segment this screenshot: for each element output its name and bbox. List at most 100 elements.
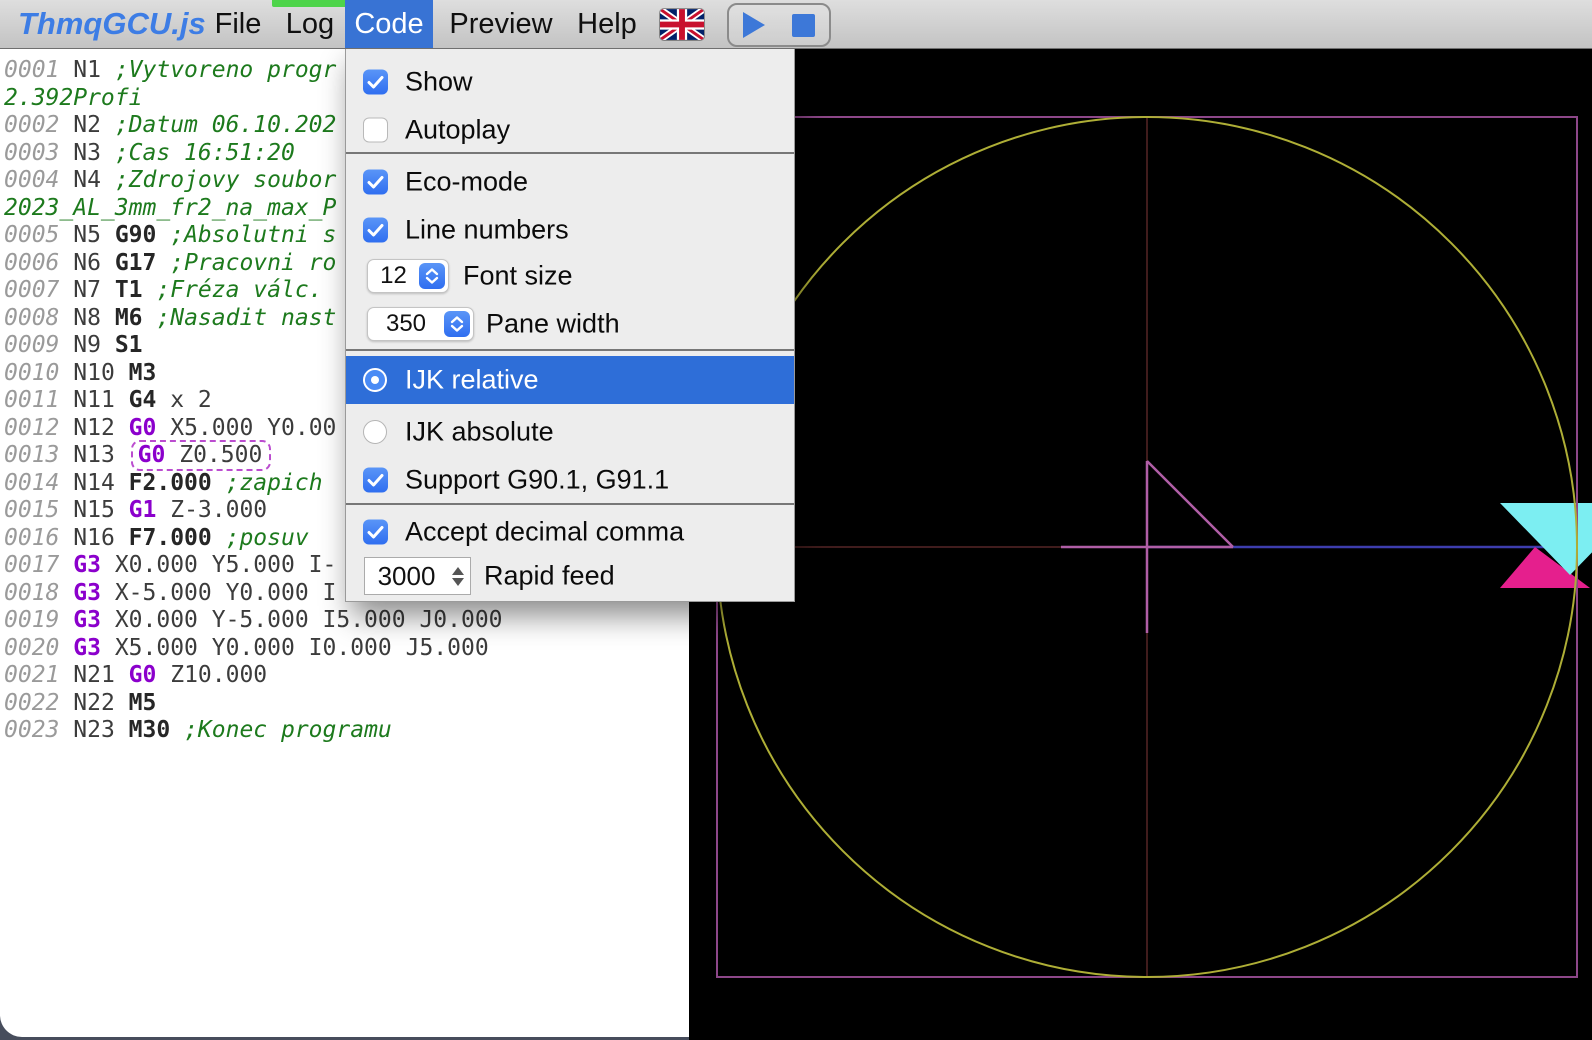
rapid-feed-input[interactable]: 3000 [364,557,471,595]
menu-preview[interactable]: Preview [446,0,556,48]
menu-code[interactable]: Code [345,0,433,48]
pane-width-value: 350 [368,310,444,338]
menu-item-line-numbers[interactable]: Line numbers [346,208,794,252]
radio-selected-icon [363,368,387,392]
gcode-token: x 2 [170,387,212,413]
gcode-token: S1 [115,332,143,358]
menubar: ThmqGCU.js File Log Code Preview Help [0,0,1592,49]
gcode-token: N9 [73,332,101,358]
gcode-token: N8 [73,305,101,331]
menu-item-ijk-relative[interactable]: IJK relative [346,356,794,404]
menu-item-label: IJK absolute [405,417,554,448]
menu-item-accept-comma[interactable]: Accept decimal comma [346,510,794,554]
gcode-token: G4 [129,387,157,413]
stepper-icon [419,263,445,289]
menu-item-autoplay[interactable]: Autoplay [346,108,794,152]
gcode-token: N21 [73,662,115,688]
gcode-token: 0012 [4,415,59,441]
gcode-token: ;Vytvoreno progr [115,57,337,83]
number-stepper-icon [448,561,468,591]
menu-log[interactable]: Log [278,0,342,48]
gcode-token: X5.000 Y0.000 I0.000 J5.000 [115,635,489,661]
gcode-token: G3 [73,580,101,606]
gcode-token: F7.000 [129,525,212,551]
gcode-token: Z-3.000 [170,497,267,523]
gcode-token: 0005 [4,222,59,248]
uk-flag-icon[interactable] [660,9,704,40]
gcode-token: N2 [73,112,101,138]
radio-unselected-icon [363,420,387,444]
menu-item-label: Support G90.1, G91.1 [405,465,669,496]
gcode-token: ;Cas 16:51:20 [115,140,295,166]
gcode-token: 2023_AL_3mm_fr2_na_max_P [4,195,336,221]
gcode-token: G0 [138,442,166,468]
gcode-token: N14 [73,470,115,496]
gcode-token: 0019 [4,607,59,633]
gcode-token: T1 [115,277,143,303]
gcode-token: N6 [73,250,101,276]
gcode-token: 0014 [4,470,59,496]
gcode-token: N12 [73,415,115,441]
gcode-token: N13 [73,442,115,468]
gcode-token: 0001 [4,57,59,83]
gcode-token: N10 [73,360,115,386]
stop-button[interactable] [792,14,815,37]
menu-item-label: Show [405,67,473,98]
gcode-token: M3 [129,360,157,386]
gcode-token: Z0.500 [179,442,262,468]
gcode-token: 0008 [4,305,59,331]
play-button[interactable] [743,12,765,38]
gcode-token: ;Konec programu [184,717,392,743]
gcode-token: ;Fréza válc. [156,277,322,303]
gcode-token: 0022 [4,690,59,716]
gcode-token: 0011 [4,387,59,413]
menu-item-eco-mode[interactable]: Eco-mode [346,160,794,204]
gcode-token: F2.000 [129,470,212,496]
gcode-token: Z10.000 [170,662,267,688]
gcode-token: 0023 [4,717,59,743]
gcode-row[interactable]: 0020 G3 X5.000 Y0.000 I0.000 J5.000 [4,635,503,663]
menu-file[interactable]: File [205,0,271,48]
gcode-token: M30 [129,717,171,743]
pane-width-select[interactable]: 350 [367,307,474,341]
gcode-token: 0016 [4,525,59,551]
gcode-token: G0 [129,662,157,688]
checkbox-checked-icon [363,520,388,545]
gcode-token: N15 [73,497,115,523]
gcode-token: N7 [73,277,101,303]
gcode-row[interactable]: 0022 N22 M5 [4,690,503,718]
gcode-token: N22 [73,690,115,716]
gcode-token: 0010 [4,360,59,386]
gcode-row[interactable]: 0021 N21 G0 Z10.000 [4,662,503,690]
menu-item-label: Pane width [486,309,620,340]
app-title: ThmqGCU.js [18,0,206,48]
checkbox-checked-icon [363,70,388,95]
gcode-token: X0.000 Y5.000 I- [115,552,337,578]
rapid-feed-value: 3000 [365,561,448,592]
gcode-token: N5 [73,222,101,248]
gcode-token: 0021 [4,662,59,688]
toolpath-svg [689,48,1592,1040]
gcode-token: N3 [73,140,101,166]
gcode-row[interactable]: 0019 G3 X0.000 Y-5.000 I5.000 J0.000 [4,607,503,635]
menu-item-label: Line numbers [405,215,569,246]
gcode-token: G3 [73,552,101,578]
code-menu: Show Autoplay Eco-mode Line numbers 12 F… [345,48,795,602]
gcode-token: ;Zdrojovy soubor [115,167,337,193]
menu-item-support-g901[interactable]: Support G90.1, G91.1 [346,458,794,502]
font-size-select[interactable]: 12 [367,259,449,293]
gcode-token: ;zapich [226,470,323,496]
gcode-token: N23 [73,717,115,743]
gcode-row[interactable]: 0023 N23 M30 ;Konec programu [4,717,503,745]
toolpath-canvas[interactable] [689,48,1592,1040]
checkbox-checked-icon [363,170,388,195]
menu-item-ijk-absolute[interactable]: IJK absolute [346,410,794,454]
gcode-token: N1 [73,57,101,83]
gcode-token: ;Datum 06.10.202 [115,112,337,138]
menu-item-pane-width: 350 Pane width [346,302,794,346]
menu-item-rapid-feed: 3000 Rapid feed [346,556,794,596]
menu-item-font-size: 12 Font size [346,254,794,298]
menu-item-show[interactable]: Show [346,60,794,104]
gcode-token: 0002 [4,112,59,138]
menu-help[interactable]: Help [576,0,638,48]
